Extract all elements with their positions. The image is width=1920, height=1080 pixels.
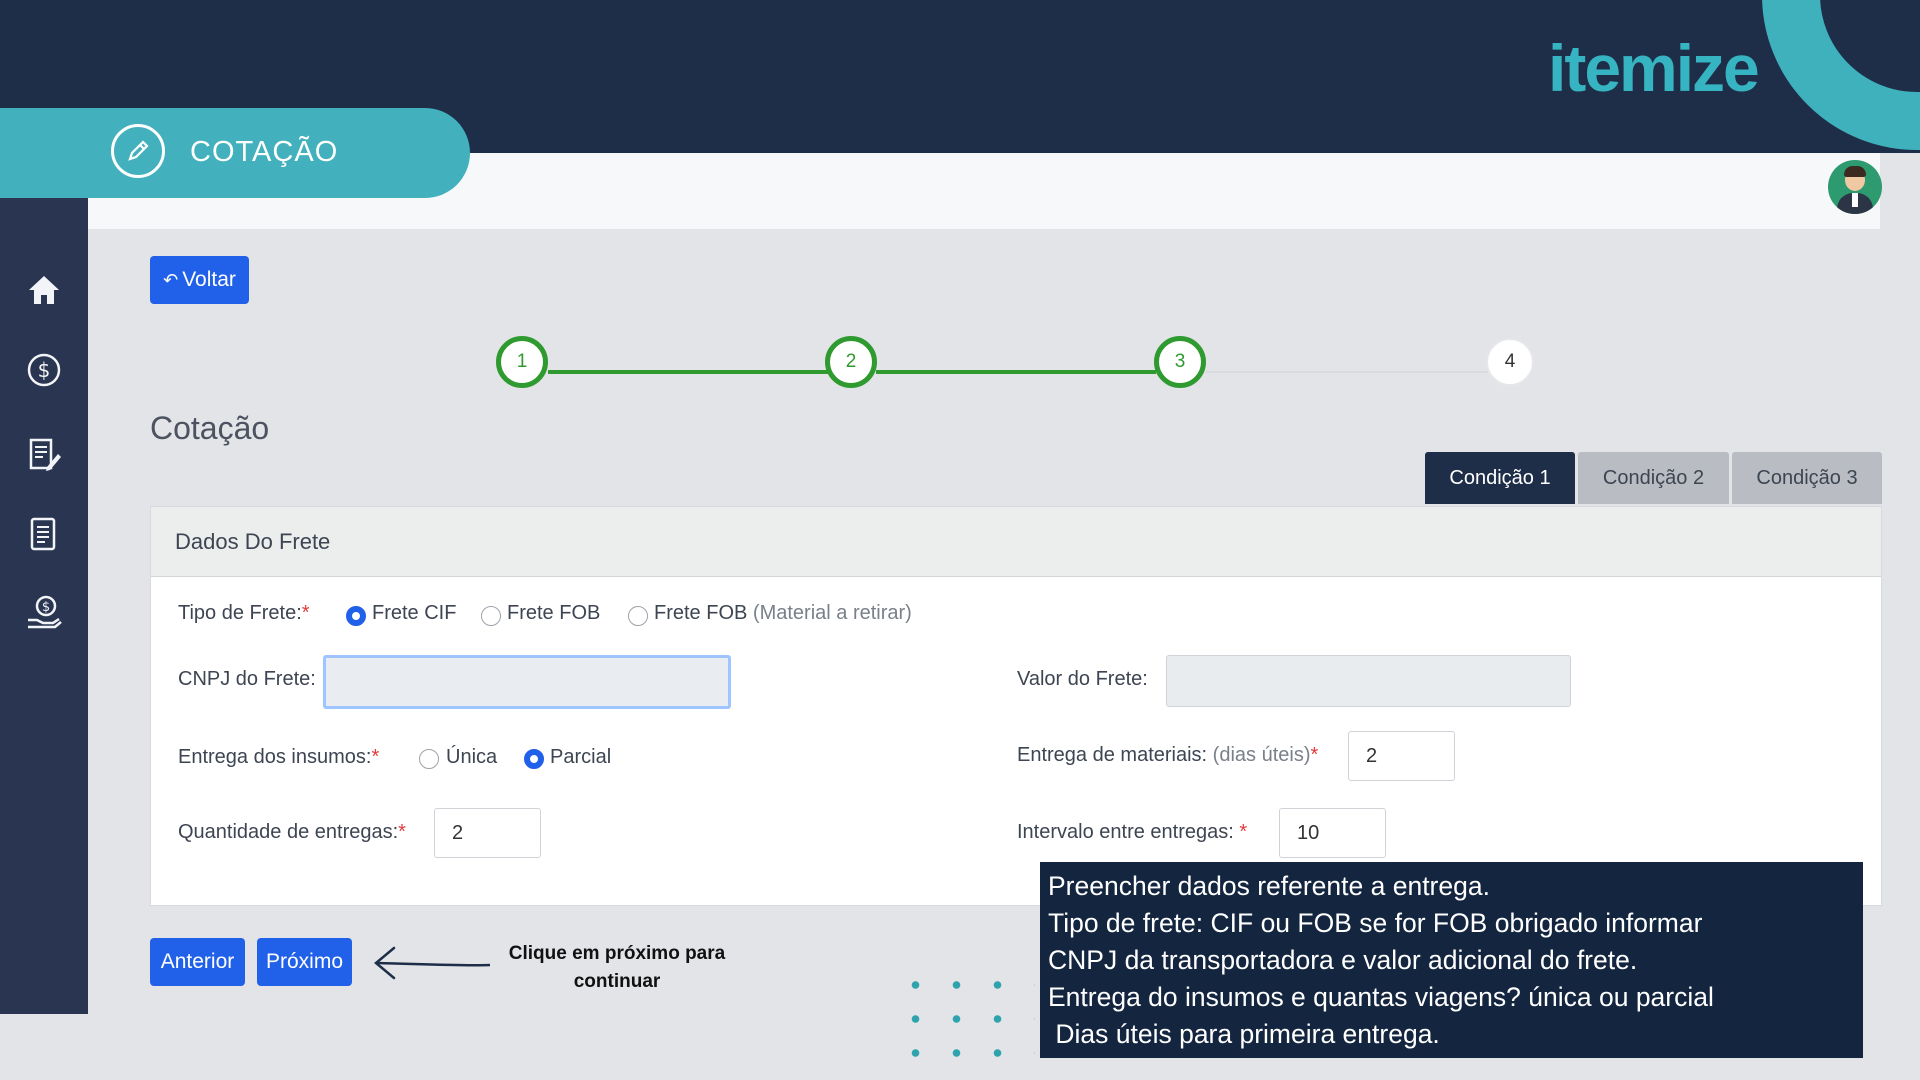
instruction-box: Preencher dados referente a entrega. Tipo… (1040, 862, 1863, 1058)
instruction-line: Entrega do insumos e quantas viagens? ún… (1048, 982, 1714, 1012)
step-2[interactable]: 2 (825, 336, 877, 388)
next-button[interactable]: Próximo (257, 938, 352, 986)
dollar-icon[interactable]: $ (24, 350, 64, 390)
freight-card: Dados Do Frete Tipo de Frete:* Frete CIF… (150, 506, 1882, 906)
entrega-materiais-input[interactable]: 2 (1348, 731, 1455, 781)
quantidade-entregas-input[interactable]: 2 (434, 808, 541, 858)
quantidade-entregas-label: Quantidade de entregas:* (178, 821, 406, 843)
decorative-ring (1762, 0, 1920, 150)
stepper-line-3 (1206, 371, 1492, 373)
pencil-icon (111, 124, 165, 178)
frete-cif-label: Frete CIF (372, 602, 457, 624)
step-4[interactable]: 4 (1486, 338, 1534, 386)
svg-text:$: $ (38, 358, 51, 382)
document-edit-icon[interactable] (24, 435, 64, 475)
cnpj-label: CNPJ do Frete: (178, 668, 316, 690)
card-header: Dados Do Frete (151, 507, 1881, 577)
intervalo-entregas-label: Intervalo entre entregas: * (1017, 821, 1248, 843)
entrega-parcial-label: Parcial (550, 746, 612, 768)
tab-condicao-2[interactable]: Condição 2 (1578, 452, 1729, 504)
stepper-line-2 (876, 370, 1156, 374)
document-list-icon[interactable] (24, 514, 64, 554)
instruction-line: Preencher dados referente a entrega. (1048, 871, 1490, 901)
annotation-text: Clique em próximo para continuar (508, 943, 726, 992)
intervalo-entregas-input[interactable]: 10 (1279, 808, 1386, 858)
itemize-logo: itemize (1548, 31, 1760, 105)
step-1[interactable]: 1 (496, 336, 548, 388)
frete-fob-retirar-label: Frete FOB (Material a retirar) (654, 602, 912, 624)
user-avatar[interactable] (1828, 160, 1882, 214)
instruction-line: Dias úteis para primeira entrega. (1048, 1019, 1440, 1049)
radio-entrega-parcial[interactable] (524, 749, 544, 769)
reply-arrow-icon: ↶ (163, 269, 179, 290)
back-button-label: Voltar (182, 268, 236, 291)
radio-entrega-unica[interactable] (419, 749, 439, 769)
radio-frete-cif[interactable] (346, 606, 366, 626)
radio-frete-fob[interactable] (481, 606, 501, 626)
entrega-materiais-label: Entrega de materiais: (dias úteis)* (1017, 744, 1319, 766)
cnpj-input[interactable] (323, 655, 731, 709)
valor-frete-label: Valor do Frete: (1017, 668, 1148, 690)
decorative-dots (895, 968, 1035, 1080)
sidebar: $ $ (0, 153, 88, 1014)
page-title: Cotação (150, 410, 270, 446)
previous-button[interactable]: Anterior (150, 938, 245, 986)
valor-frete-input[interactable] (1166, 655, 1571, 707)
entrega-insumos-label: Entrega dos insumos:* (178, 746, 380, 768)
card-title: Dados Do Frete (175, 529, 331, 554)
section-title: COTAÇÃO (190, 136, 339, 168)
home-icon[interactable] (24, 270, 64, 310)
frete-fob-label: Frete FOB (507, 602, 601, 624)
instruction-line: Tipo de frete: CIF ou FOB se for FOB obr… (1048, 908, 1703, 938)
tab-condicao-3[interactable]: Condição 3 (1732, 452, 1882, 504)
money-hand-icon[interactable]: $ (24, 593, 64, 633)
stepper-line-1 (548, 370, 828, 374)
back-button[interactable]: ↶ Voltar (150, 256, 249, 304)
instruction-line: CNPJ da transportadora e valor adicional… (1048, 945, 1638, 975)
entrega-unica-label: Única (446, 746, 498, 768)
tipo-frete-label: Tipo de Frete:* (178, 602, 310, 624)
svg-text:$: $ (42, 600, 50, 615)
radio-frete-fob-retirar[interactable] (628, 606, 648, 626)
arrow-left-icon (374, 946, 491, 980)
step-3[interactable]: 3 (1154, 336, 1206, 388)
tab-condicao-1[interactable]: Condição 1 (1425, 452, 1575, 504)
